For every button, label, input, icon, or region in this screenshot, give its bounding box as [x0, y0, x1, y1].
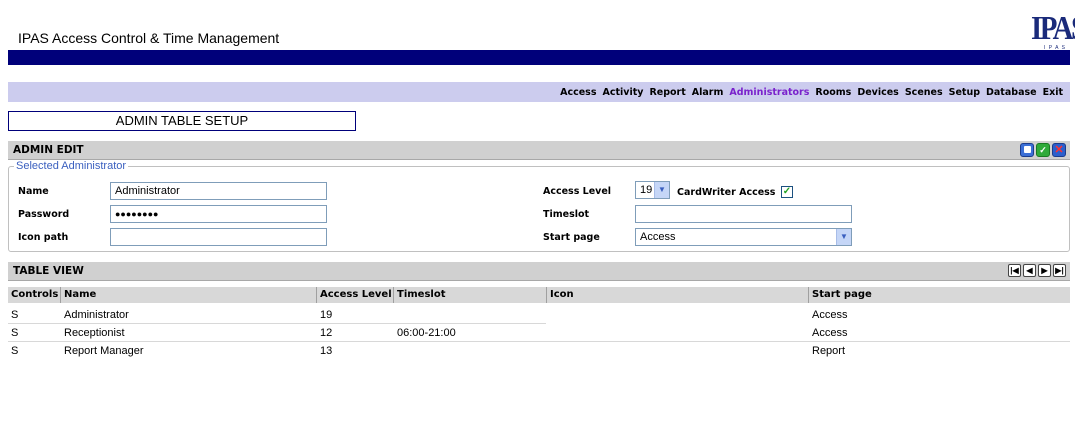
- nav-item-rooms[interactable]: Rooms: [815, 87, 851, 98]
- next-page-icon[interactable]: ▶: [1038, 264, 1051, 277]
- nav-item-activity[interactable]: Activity: [602, 87, 643, 98]
- table-header: Controls Name Access Level Timeslot Icon…: [8, 287, 1070, 303]
- column-divider: [60, 287, 61, 303]
- table-row[interactable]: S Report Manager 13 Report: [8, 342, 1070, 360]
- admin-edit-title: ADMIN EDIT: [13, 144, 84, 156]
- table-row[interactable]: S Administrator 19 Access: [8, 306, 1070, 324]
- cell-controls[interactable]: S: [11, 309, 18, 321]
- chevron-down-icon[interactable]: ▼: [836, 229, 851, 245]
- first-page-icon[interactable]: |◀: [1008, 264, 1021, 277]
- cell-start-page: Access: [812, 309, 848, 321]
- cell-access-level: 12: [320, 327, 333, 339]
- access-level-value: 19: [640, 184, 653, 196]
- cell-start-page: Access: [812, 327, 848, 339]
- table-row[interactable]: S Receptionist 12 06:00-21:00 Access: [8, 324, 1070, 342]
- cell-access-level: 19: [320, 309, 333, 321]
- password-label: Password: [18, 209, 70, 220]
- nav-item-exit[interactable]: Exit: [1043, 87, 1063, 98]
- column-divider: [808, 287, 809, 303]
- column-divider: [546, 287, 547, 303]
- nav-item-devices[interactable]: Devices: [857, 87, 899, 98]
- access-level-select[interactable]: 19 ▼: [635, 181, 670, 199]
- cell-controls[interactable]: S: [11, 345, 18, 357]
- timeslot-input[interactable]: [635, 205, 852, 223]
- nav-item-report[interactable]: Report: [649, 87, 685, 98]
- logo-text: IPAS: [1031, 10, 1075, 47]
- nav-item-administrators[interactable]: Administrators: [729, 87, 809, 98]
- nav-item-access[interactable]: Access: [560, 87, 596, 98]
- nav-item-setup[interactable]: Setup: [949, 87, 980, 98]
- start-page-value: Access: [640, 231, 676, 243]
- column-divider: [316, 287, 317, 303]
- chevron-down-icon[interactable]: ▼: [654, 182, 669, 198]
- col-name[interactable]: Name: [64, 289, 96, 300]
- col-timeslot[interactable]: Timeslot: [397, 289, 445, 300]
- start-page-label: Start page: [543, 232, 600, 243]
- page-heading: ADMIN TABLE SETUP: [8, 111, 356, 131]
- last-page-icon[interactable]: ▶|: [1053, 264, 1066, 277]
- timeslot-label: Timeslot: [543, 209, 590, 220]
- cell-name: Receptionist: [64, 327, 125, 339]
- prev-page-icon[interactable]: ◀: [1023, 264, 1036, 277]
- column-divider: [393, 287, 394, 303]
- col-access-level[interactable]: Access Level: [320, 289, 392, 300]
- nav-item-alarm[interactable]: Alarm: [692, 87, 724, 98]
- name-label: Name: [18, 186, 49, 197]
- password-input[interactable]: ●●●●●●●●: [110, 205, 327, 223]
- main-nav: Access Activity Report Alarm Administrators R…: [554, 87, 1063, 98]
- cell-timeslot: 06:00-21:00: [397, 327, 456, 339]
- cell-controls[interactable]: S: [11, 327, 18, 339]
- cell-name: Administrator: [64, 309, 129, 321]
- new-record-icon[interactable]: [1020, 143, 1034, 157]
- cell-name: Report Manager: [64, 345, 144, 357]
- app-title: IPAS Access Control & Time Management: [18, 30, 280, 46]
- col-controls[interactable]: Controls: [11, 289, 58, 300]
- cardwriter-label: CardWriter Access: [677, 187, 776, 198]
- admin-edit-header: ADMIN EDIT ✓ ✕: [8, 141, 1070, 160]
- col-icon[interactable]: Icon: [550, 289, 574, 300]
- cell-access-level: 13: [320, 345, 333, 357]
- nav-item-database[interactable]: Database: [986, 87, 1037, 98]
- icon-path-input[interactable]: [110, 228, 327, 246]
- table-view-header: TABLE VIEW |◀ ◀ ▶ ▶|: [8, 262, 1070, 281]
- header-band: [8, 50, 1070, 65]
- cardwriter-checkbox[interactable]: ✓: [781, 186, 793, 198]
- icon-path-label: Icon path: [18, 232, 69, 243]
- cell-start-page: Report: [812, 345, 846, 357]
- group-legend: Selected Administrator: [14, 160, 129, 172]
- nav-bar: Access Activity Report Alarm Administrators R…: [8, 82, 1070, 102]
- access-level-label: Access Level: [543, 186, 612, 197]
- table-view-title: TABLE VIEW: [13, 265, 84, 277]
- ipas-logo: IPAS I P A S: [1031, 12, 1075, 52]
- nav-item-scenes[interactable]: Scenes: [905, 87, 943, 98]
- col-start-page[interactable]: Start page: [812, 289, 872, 300]
- cancel-x-icon[interactable]: ✕: [1052, 143, 1066, 157]
- save-check-icon[interactable]: ✓: [1036, 143, 1050, 157]
- name-input[interactable]: Administrator: [110, 182, 327, 200]
- start-page-select[interactable]: Access ▼: [635, 228, 852, 246]
